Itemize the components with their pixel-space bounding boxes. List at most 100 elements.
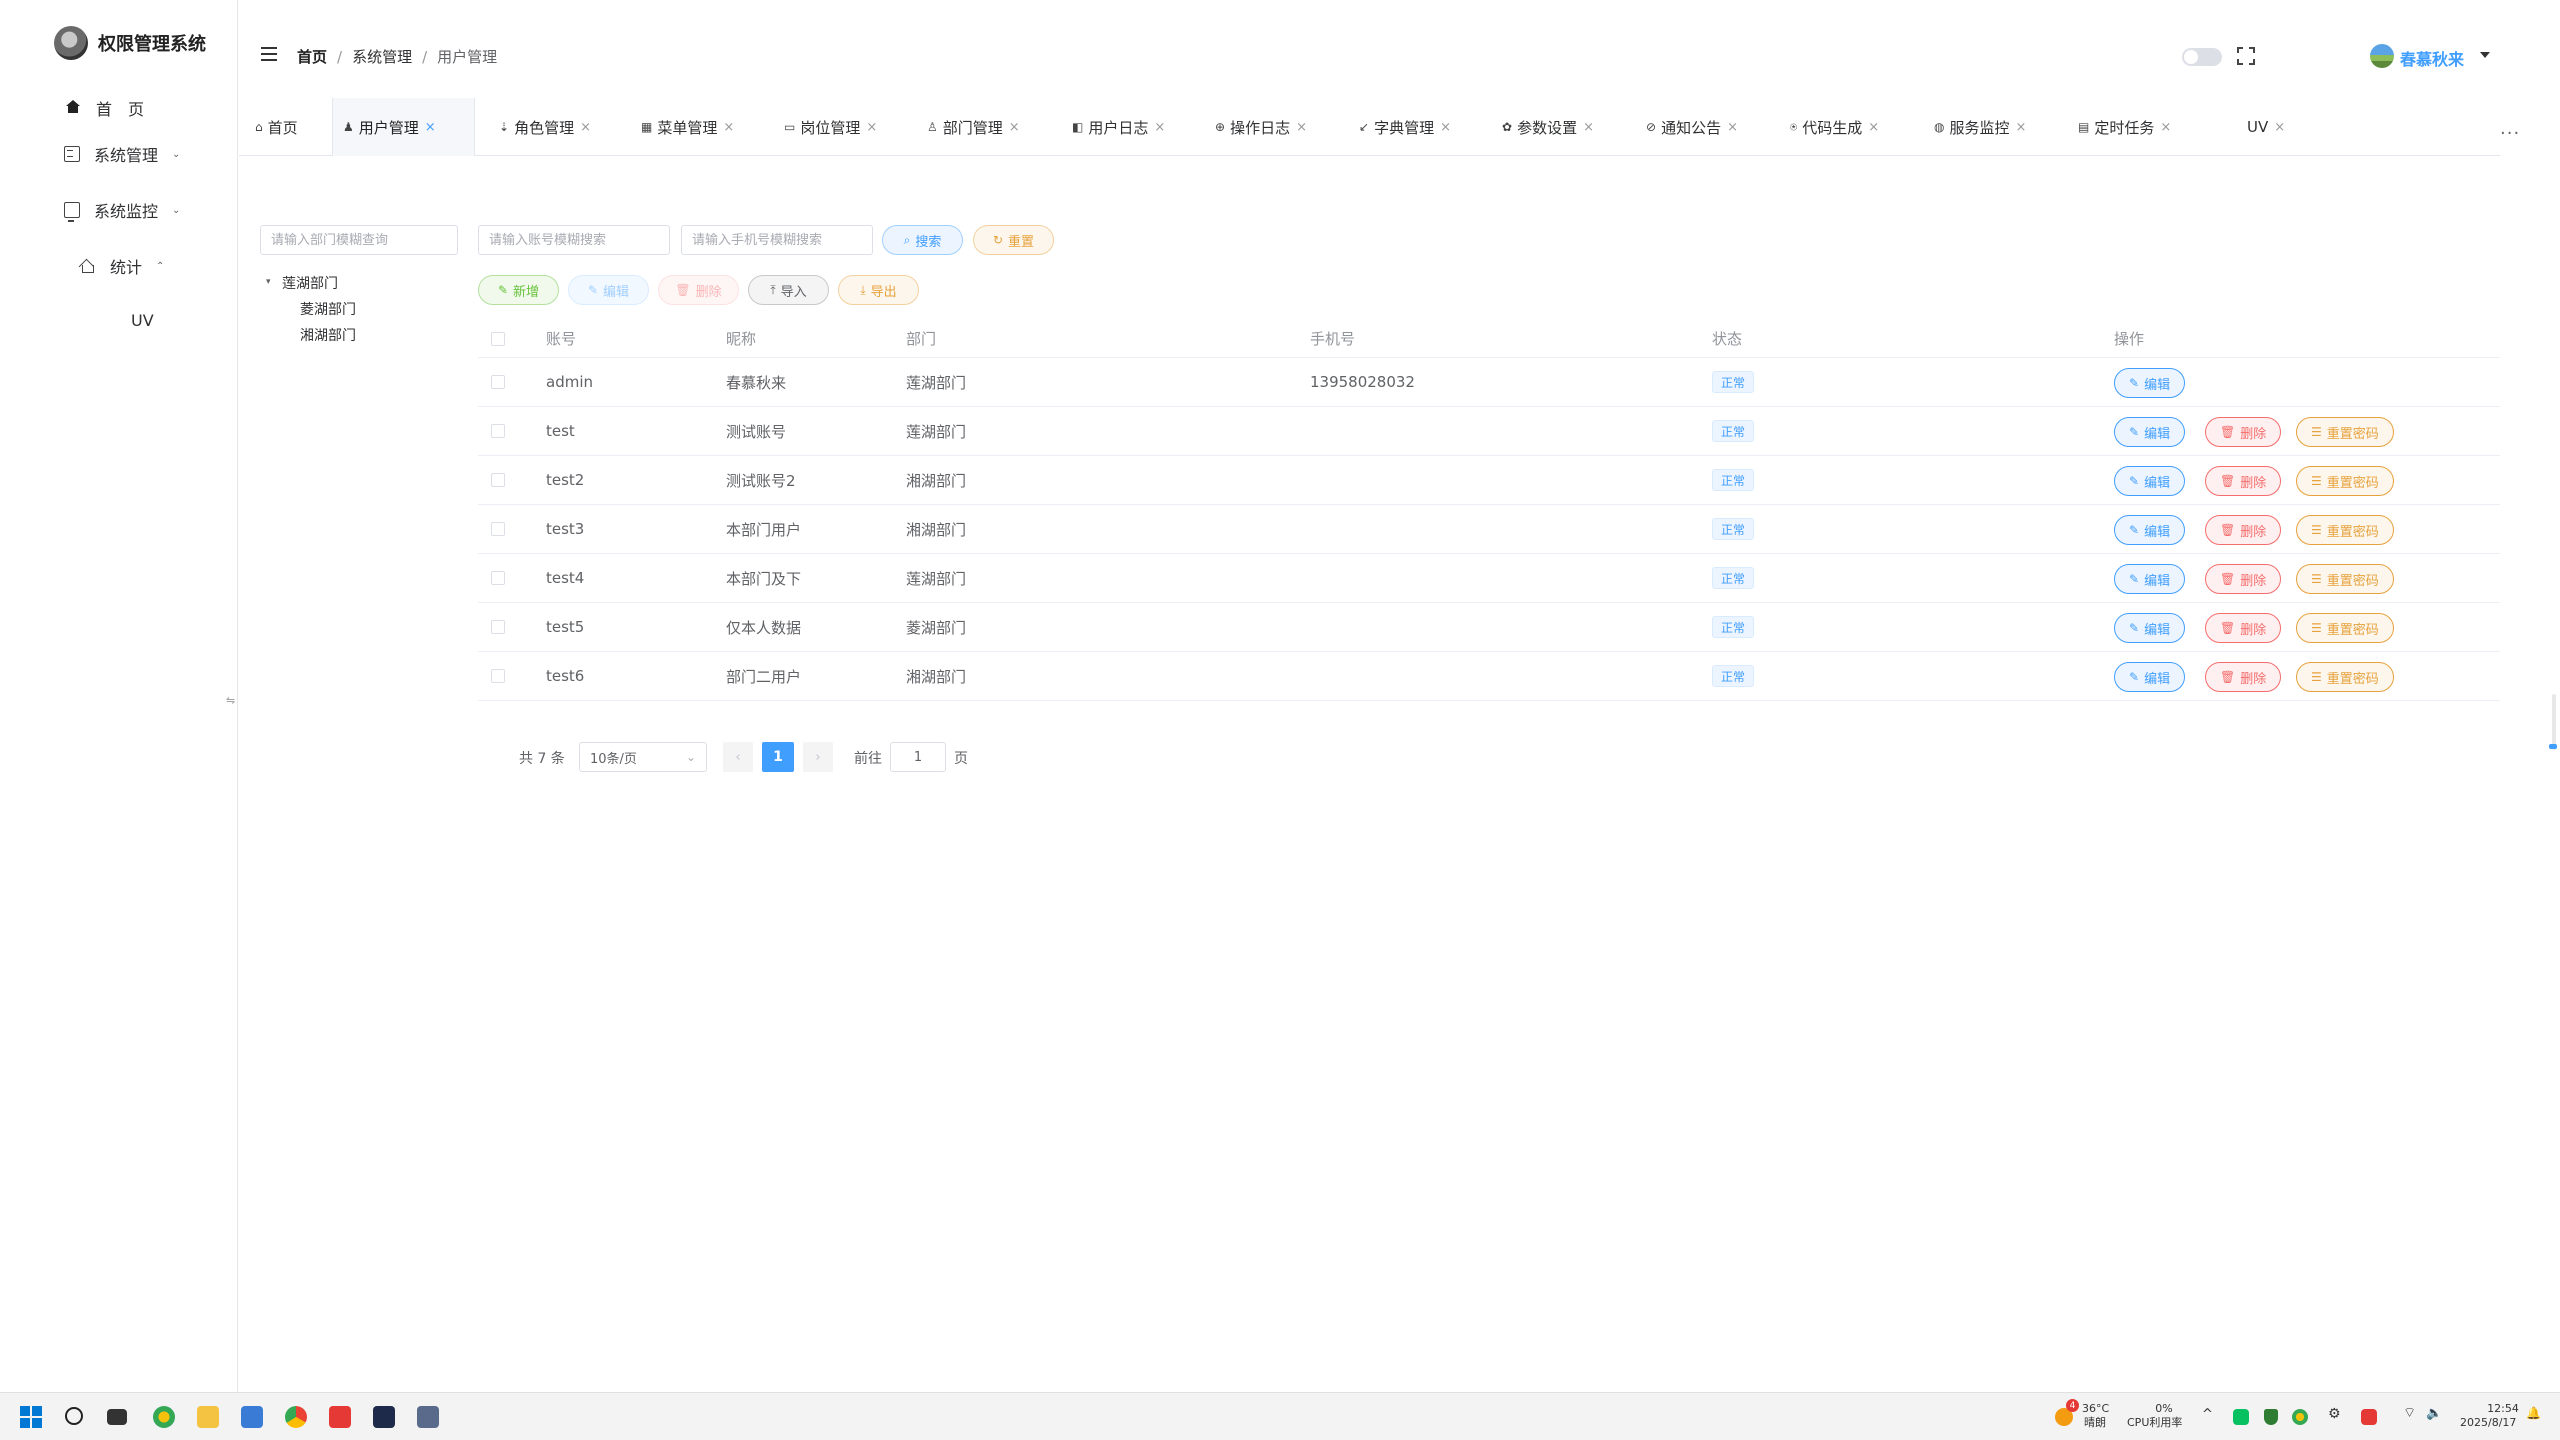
wifi-icon[interactable]: ⌔ — [2403, 1406, 2416, 1420]
tab-param-settings[interactable]: ✿ 参数设置 × — [1492, 98, 1604, 156]
close-icon[interactable]: × — [2160, 120, 2171, 135]
sidebar-item-system-monitor[interactable]: 系统监控 ⌄ — [0, 190, 238, 230]
prev-page-button[interactable]: ‹ — [723, 742, 753, 772]
row-reset-password-button[interactable]: ☰ 重置密码 — [2296, 417, 2394, 447]
tab-code-gen[interactable]: ⍟ 代码生成 × — [1780, 98, 1889, 156]
tray-chevron-icon[interactable]: ^ — [2202, 1408, 2213, 1421]
row-edit-button[interactable]: ✎ 编辑 — [2114, 662, 2186, 692]
notification-bell-icon[interactable]: 🔔 — [2526, 1407, 2541, 1420]
breadcrumb-home[interactable]: 首页 — [297, 46, 327, 67]
close-icon[interactable]: × — [1440, 120, 1451, 135]
row-delete-button[interactable]: 🗑 删除 — [2205, 613, 2282, 643]
row-reset-password-button[interactable]: ☰ 重置密码 — [2296, 466, 2394, 496]
sidebar-item-uv[interactable]: UV — [0, 300, 238, 340]
tree-node-linghu[interactable]: 菱湖部门 — [300, 299, 356, 319]
row-delete-button[interactable]: 🗑 删除 — [2205, 417, 2282, 447]
tree-node-xianghu[interactable]: 湘湖部门 — [300, 325, 356, 345]
close-icon[interactable]: × — [1727, 120, 1738, 135]
terminal-icon[interactable] — [417, 1406, 439, 1428]
tab-user-log[interactable]: ◧ 用户日志 × — [1062, 98, 1175, 156]
export-button[interactable]: ⤓ 导出 — [838, 275, 919, 305]
browser-360-icon[interactable] — [153, 1406, 175, 1428]
close-icon[interactable]: × — [1009, 120, 1020, 135]
close-icon[interactable]: × — [425, 120, 436, 135]
table-row[interactable]: test5 仅本人数据 菱湖部门 正常 ✎ 编辑 🗑 删除 ☰ 重置密码 — [478, 603, 2500, 652]
sidebar-item-system-management[interactable]: 系统管理 ⌄ — [0, 134, 238, 174]
tab-dept-management[interactable]: ♙ 部门管理 × — [917, 98, 1030, 156]
page-number-current[interactable]: 1 — [762, 742, 794, 772]
next-page-button[interactable]: › — [803, 742, 833, 772]
search-button[interactable]: ⌕ 搜索 — [882, 225, 963, 255]
row-reset-password-button[interactable]: ☰ 重置密码 — [2296, 515, 2394, 545]
row-delete-button[interactable]: 🗑 删除 — [2205, 466, 2282, 496]
row-edit-button[interactable]: ✎ 编辑 — [2114, 515, 2186, 545]
sidebar-collapse-handle[interactable]: ⇋ — [226, 694, 235, 707]
row-checkbox[interactable] — [491, 522, 505, 536]
hamburger-icon[interactable] — [261, 47, 277, 61]
more-icon[interactable]: ··· — [2500, 123, 2520, 144]
tab-role-management[interactable]: ⇣ 角色管理 × — [489, 98, 601, 156]
table-row[interactable]: test6 部门二用户 湘湖部门 正常 ✎ 编辑 🗑 删除 ☰ 重置密码 — [478, 652, 2500, 701]
column-header-status[interactable]: 状态 — [1712, 320, 1742, 357]
row-reset-password-button[interactable]: ☰ 重置密码 — [2296, 662, 2394, 692]
scroll-indicator[interactable] — [2552, 694, 2556, 750]
phone-search-input[interactable] — [681, 225, 873, 255]
close-icon[interactable]: × — [723, 120, 734, 135]
row-delete-button[interactable]: 🗑 删除 — [2205, 515, 2282, 545]
wps-icon[interactable] — [329, 1406, 351, 1428]
dept-search-input[interactable] — [260, 225, 458, 255]
table-row[interactable]: admin 春慕秋来 莲湖部门 13958028032 正常 ✎ 编辑 — [478, 358, 2500, 407]
row-delete-button[interactable]: 🗑 删除 — [2205, 564, 2282, 594]
sidebar-item-home[interactable]: 首 页 — [0, 88, 238, 128]
task-view-icon[interactable] — [107, 1409, 127, 1425]
row-reset-password-button[interactable]: ☰ 重置密码 — [2296, 564, 2394, 594]
tab-notice[interactable]: ⊘ 通知公告 × — [1636, 98, 1748, 156]
fullscreen-icon[interactable] — [2237, 47, 2255, 65]
tray-app-red-icon[interactable] — [2361, 1409, 2377, 1425]
app-blue-icon[interactable] — [241, 1406, 263, 1428]
table-row[interactable]: test3 本部门用户 湘湖部门 正常 ✎ 编辑 🗑 删除 ☰ 重置密码 — [478, 505, 2500, 554]
tree-node-lianhu[interactable]: 莲湖部门 — [282, 273, 338, 293]
add-button[interactable]: ✎ 新增 — [478, 275, 559, 305]
theme-toggle[interactable] — [2182, 48, 2222, 66]
tab-user-management[interactable]: ♟ 用户管理 × — [332, 98, 475, 156]
close-icon[interactable]: × — [580, 120, 591, 135]
edit-button[interactable]: ✎ 编辑 — [568, 275, 649, 305]
row-edit-button[interactable]: ✎ 编辑 — [2114, 466, 2186, 496]
tab-scheduled-task[interactable]: ▤ 定时任务 × — [2068, 98, 2181, 156]
row-checkbox[interactable] — [491, 620, 505, 634]
settings-icon[interactable]: ⚙ — [2328, 1407, 2341, 1421]
row-checkbox[interactable] — [491, 473, 505, 487]
close-icon[interactable]: × — [1583, 120, 1594, 135]
tab-uv[interactable]: UV × — [2237, 98, 2295, 156]
page-size-select[interactable]: 10条/页 ⌄ — [579, 742, 707, 772]
column-header-dept[interactable]: 部门 — [906, 320, 936, 357]
clock-date[interactable]: 2025/8/17 — [2460, 1416, 2516, 1429]
delete-button[interactable]: 🗑 删除 — [658, 275, 739, 305]
clock-time[interactable]: 12:54 — [2486, 1402, 2520, 1415]
wechat-icon[interactable] — [2233, 1409, 2249, 1425]
row-checkbox[interactable] — [491, 375, 505, 389]
chrome-icon[interactable] — [285, 1406, 307, 1428]
close-icon[interactable]: × — [1154, 120, 1165, 135]
sidebar-item-statistics[interactable]: 统计 ⌃ — [0, 246, 238, 286]
account-search-input[interactable] — [478, 225, 670, 255]
tab-post-management[interactable]: ▭ 岗位管理 × — [774, 98, 887, 156]
close-icon[interactable]: × — [1868, 120, 1879, 135]
row-checkbox[interactable] — [491, 424, 505, 438]
tray-360-icon[interactable] — [2292, 1409, 2308, 1425]
app-logo[interactable]: 权限管理系统 — [54, 26, 206, 60]
tab-operation-log[interactable]: ⊕ 操作日志 × — [1205, 98, 1317, 156]
row-reset-password-button[interactable]: ☰ 重置密码 — [2296, 613, 2394, 643]
volume-icon[interactable]: 🔈 — [2426, 1407, 2442, 1420]
table-row[interactable]: test 测试账号 莲湖部门 正常 ✎ 编辑 🗑 删除 ☰ 重置密码 — [478, 407, 2500, 456]
column-header-phone[interactable]: 手机号 — [1310, 320, 1355, 357]
goto-page-input[interactable] — [890, 742, 946, 772]
file-explorer-icon[interactable] — [197, 1406, 219, 1428]
ide-icon[interactable] — [373, 1406, 395, 1428]
tab-menu-management[interactable]: ▦ 菜单管理 × — [631, 98, 744, 156]
avatar[interactable] — [2370, 44, 2394, 68]
caret-down-icon[interactable] — [2480, 52, 2490, 58]
close-icon[interactable]: × — [2274, 120, 2285, 135]
table-row[interactable]: test4 本部门及下 莲湖部门 正常 ✎ 编辑 🗑 删除 ☰ 重置密码 — [478, 554, 2500, 603]
